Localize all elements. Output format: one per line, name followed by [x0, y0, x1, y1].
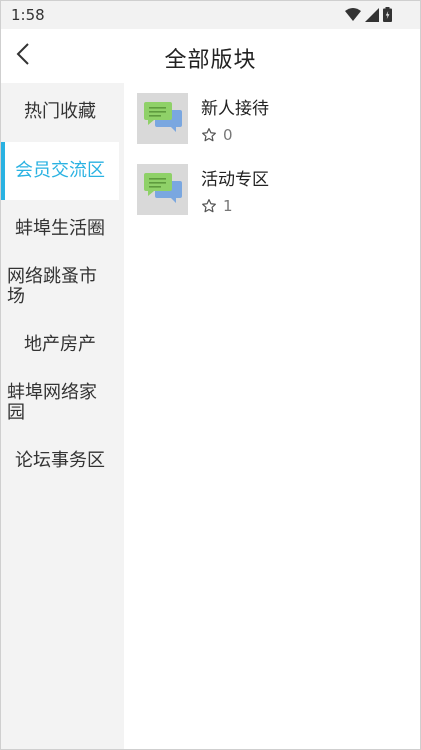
chat-bubbles-icon: [143, 171, 183, 209]
page-title: 全部版块: [164, 48, 257, 73]
battery-icon: [383, 7, 392, 26]
sidebar-item-label: 论坛事务区: [15, 450, 105, 471]
chat-bubbles-icon: [143, 100, 183, 138]
list-item[interactable]: 新人接待 0: [124, 83, 420, 154]
star-icon[interactable]: [201, 127, 217, 143]
app-screen: 1:58 全部版块 热门收藏 会员交流区 蚌埠生活圈 网络跳蚤市场 地产房产 蚌…: [0, 0, 421, 750]
header-bar: 全部版块: [1, 29, 420, 83]
sidebar-item-flea-market[interactable]: 网络跳蚤市场: [1, 258, 119, 316]
signal-icon: [365, 7, 379, 26]
sidebar-item-label: 蚌埠网络家园: [7, 382, 97, 423]
sidebar-item-forum-affairs[interactable]: 论坛事务区: [1, 432, 119, 490]
forum-thumbnail: [137, 93, 188, 144]
sidebar-item-label: 地产房产: [24, 334, 96, 355]
forum-stats: 1: [201, 197, 233, 215]
sidebar-item-label: 热门收藏: [24, 101, 96, 122]
wifi-icon: [345, 7, 361, 26]
forum-name: 新人接待: [201, 99, 269, 119]
status-icons: [345, 7, 392, 26]
sidebar-item-member-exchange[interactable]: 会员交流区: [1, 142, 119, 200]
sidebar-item-label: 会员交流区: [15, 160, 105, 181]
category-sidebar: 热门收藏 会员交流区 蚌埠生活圈 网络跳蚤市场 地产房产 蚌埠网络家园 论坛事务…: [1, 83, 124, 749]
star-icon[interactable]: [201, 198, 217, 214]
list-item[interactable]: 活动专区 1: [124, 154, 420, 225]
forum-thumbnail: [137, 164, 188, 215]
sidebar-item-hot-favorites[interactable]: 热门收藏: [1, 83, 119, 141]
forum-list: 新人接待 0 活动专区 1: [124, 83, 420, 749]
status-bar: 1:58: [1, 1, 420, 29]
forum-stats: 0: [201, 126, 233, 144]
forum-name: 活动专区: [201, 170, 269, 190]
sidebar-item-bengbu-home[interactable]: 蚌埠网络家园: [1, 374, 119, 432]
sidebar-item-real-estate[interactable]: 地产房产: [1, 316, 119, 374]
sidebar-item-label: 蚌埠生活圈: [15, 218, 105, 239]
favorite-count: 1: [223, 197, 233, 215]
sidebar-item-label: 网络跳蚤市场: [7, 266, 97, 307]
favorite-count: 0: [223, 126, 233, 144]
status-time: 1:58: [11, 6, 45, 24]
sidebar-item-bengbu-life[interactable]: 蚌埠生活圈: [1, 200, 119, 258]
